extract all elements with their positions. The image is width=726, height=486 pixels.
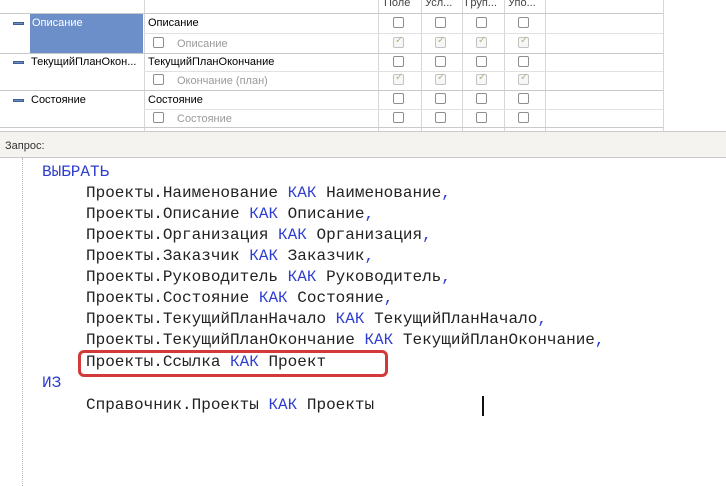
condition-checkbox[interactable] bbox=[435, 112, 446, 123]
row-minus-icon bbox=[13, 22, 24, 25]
query-line: Проекты.ТекущийПланНачало КАК ТекущийПла… bbox=[86, 310, 547, 328]
grid-field-cell[interactable]: Описание bbox=[148, 17, 199, 29]
grid-subfield-cell[interactable]: Состояние bbox=[177, 113, 232, 125]
field-checkbox[interactable] bbox=[393, 93, 404, 104]
grid-divider bbox=[545, 0, 546, 131]
grid-row-line bbox=[0, 53, 663, 54]
query-editor[interactable]: ВЫБРАТЬ Проекты.Наименование КАК Наимено… bbox=[0, 157, 726, 486]
field-checkbox[interactable] bbox=[393, 56, 404, 67]
subfield-checkbox[interactable] bbox=[153, 74, 164, 85]
condition-check-icon bbox=[435, 35, 446, 48]
from-source-line: Справочник.Проекты КАК Проекты bbox=[86, 396, 375, 414]
query-line: Проекты.Описание КАК Описание, bbox=[86, 205, 375, 223]
order-checkbox[interactable] bbox=[518, 17, 529, 28]
select-keyword: ВЫБРАТЬ bbox=[42, 163, 110, 181]
order-checkbox[interactable] bbox=[518, 112, 529, 123]
query-line: Проекты.Заказчик КАК Заказчик, bbox=[86, 247, 375, 265]
grid-subfield-cell[interactable]: Окончание (план) bbox=[177, 75, 268, 87]
group-checkbox[interactable] bbox=[476, 112, 487, 123]
column-header-group[interactable]: Груп... bbox=[465, 0, 501, 9]
field-checkbox[interactable] bbox=[393, 17, 404, 28]
grid-divider bbox=[462, 0, 463, 131]
grid-divider bbox=[378, 0, 379, 131]
field-checkbox[interactable] bbox=[393, 112, 404, 123]
grid-divider bbox=[504, 0, 505, 131]
subfield-checkbox[interactable] bbox=[153, 112, 164, 123]
grid-divider bbox=[421, 0, 422, 131]
query-line: Проекты.ТекущийПланОкончание КАК Текущий… bbox=[86, 331, 605, 349]
order-checkbox[interactable] bbox=[518, 56, 529, 67]
query-line: Проекты.Наименование КАК Наименование, bbox=[86, 184, 451, 202]
grid-row-name[interactable]: Состояние bbox=[31, 94, 86, 106]
query-line: Проекты.Организация КАК Организация, bbox=[86, 226, 432, 244]
grid-field-cell[interactable]: Состояние bbox=[148, 94, 203, 106]
group-check-icon bbox=[476, 72, 487, 85]
group-checkbox[interactable] bbox=[476, 56, 487, 67]
grid-field-cell[interactable]: ТекущийПланОкончание bbox=[148, 56, 274, 68]
column-header-order[interactable]: Упо... bbox=[508, 0, 542, 9]
order-check-icon bbox=[518, 35, 529, 48]
condition-checkbox[interactable] bbox=[435, 17, 446, 28]
query-label: Запрос: bbox=[5, 140, 45, 152]
condition-check-icon bbox=[435, 72, 446, 85]
column-header-field[interactable]: Поле bbox=[384, 0, 418, 9]
grid-row-line bbox=[144, 33, 663, 34]
grid-row-name[interactable]: ТекущийПланОкон... bbox=[31, 56, 143, 68]
from-keyword: ИЗ bbox=[42, 374, 62, 392]
row-minus-icon bbox=[13, 61, 24, 64]
group-checkbox[interactable] bbox=[476, 17, 487, 28]
column-header-condition[interactable]: Усл... bbox=[425, 0, 459, 9]
grid-row-line bbox=[144, 71, 663, 72]
grid-subfield-cell[interactable]: Описание bbox=[177, 38, 228, 50]
condition-checkbox[interactable] bbox=[435, 93, 446, 104]
grid-row-line bbox=[0, 127, 663, 128]
field-check-icon bbox=[393, 35, 404, 48]
field-check-icon bbox=[393, 72, 404, 85]
grid-divider bbox=[144, 0, 145, 131]
grid-row-name-selected[interactable]: Описание bbox=[30, 14, 143, 53]
fields-grid: Поле Усл... Груп... Упо... Описание Опис… bbox=[0, 0, 726, 132]
grid-row-line bbox=[0, 90, 663, 91]
grid-row-line bbox=[144, 109, 663, 110]
condition-checkbox[interactable] bbox=[435, 56, 446, 67]
query-line: Проекты.Руководитель КАК Руководитель, bbox=[86, 268, 451, 286]
editor-gutter bbox=[0, 158, 23, 486]
highlight-box bbox=[78, 350, 388, 377]
order-checkbox[interactable] bbox=[518, 93, 529, 104]
group-check-icon bbox=[476, 35, 487, 48]
text-cursor bbox=[482, 396, 484, 416]
subfield-checkbox[interactable] bbox=[153, 37, 164, 48]
grid-divider bbox=[663, 0, 664, 131]
group-checkbox[interactable] bbox=[476, 93, 487, 104]
order-check-icon bbox=[518, 72, 529, 85]
query-line: Проекты.Состояние КАК Состояние, bbox=[86, 289, 394, 307]
row-minus-icon bbox=[13, 99, 24, 102]
